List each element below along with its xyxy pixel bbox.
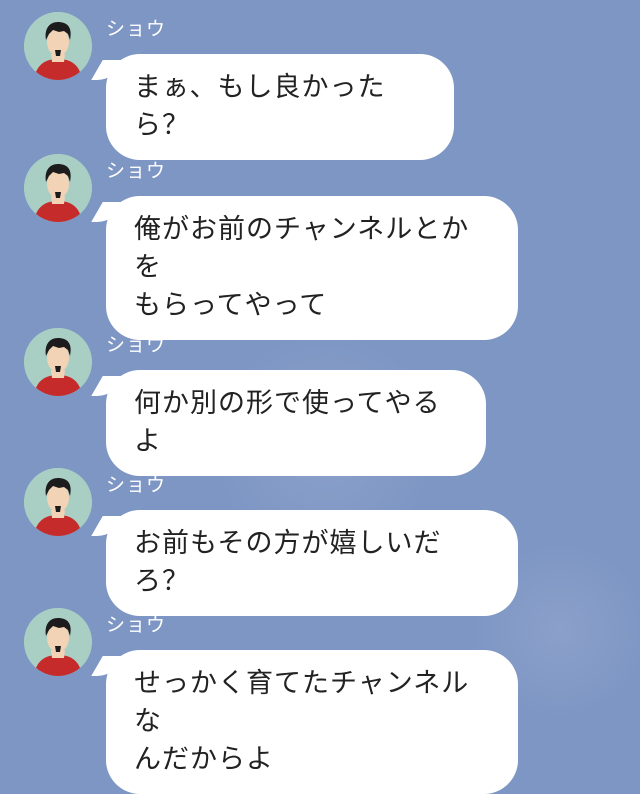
message-bubble[interactable]: 俺がお前のチャンネルとかを もらってやって: [106, 196, 518, 340]
sender-name: ショウ: [106, 334, 167, 356]
sender-name: ショウ: [106, 160, 167, 182]
sender-name: ショウ: [106, 474, 167, 496]
message-bubble[interactable]: お前もその方が嬉しいだろ？: [106, 510, 518, 616]
man-avatar-icon[interactable]: [24, 608, 92, 676]
man-avatar-icon[interactable]: [24, 154, 92, 222]
message-bubble[interactable]: まぁ、もし良かったら？: [106, 54, 454, 160]
chat-log[interactable]: ショウ まぁ、もし良かったら？ ショウ 俺がお前のチャンネルとかを もらってやっ…: [0, 0, 640, 794]
sender-name: ショウ: [106, 614, 167, 636]
message-bubble[interactable]: 何か別の形で使ってやるよ: [106, 370, 486, 476]
man-avatar-icon[interactable]: [24, 12, 92, 80]
message-bubble[interactable]: せっかく育てたチャンネルな んだからよ: [106, 650, 518, 794]
man-avatar-icon[interactable]: [24, 468, 92, 536]
man-avatar-icon[interactable]: [24, 328, 92, 396]
sender-name: ショウ: [106, 18, 167, 40]
